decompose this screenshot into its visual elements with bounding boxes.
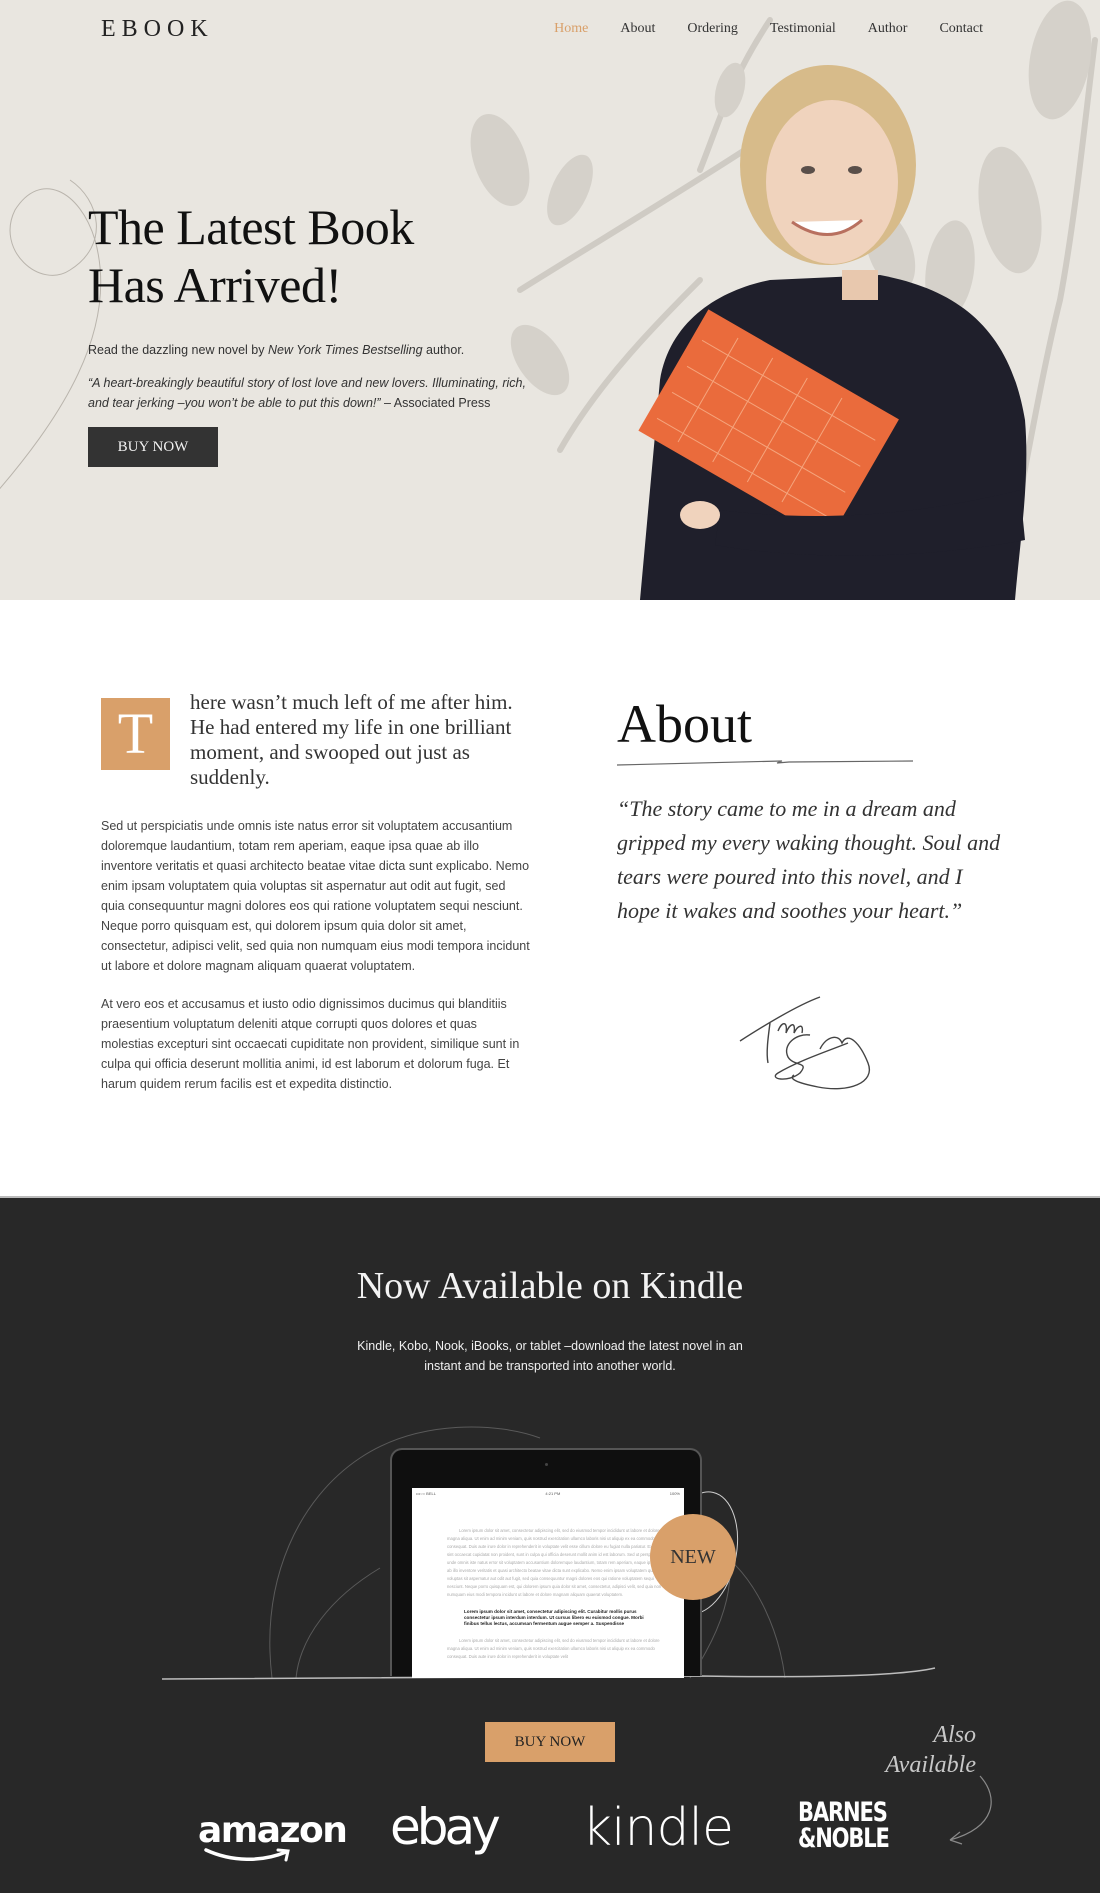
author-photo [638, 65, 1027, 600]
excerpt-lead: here wasn’t much left of me after him. H… [190, 690, 513, 789]
excerpt-lead-row: T here wasn’t much left of me after him.… [101, 690, 531, 790]
kindle-title: Now Available on Kindle [356, 1265, 744, 1307]
about-section: T here wasn’t much left of me after him.… [0, 600, 1100, 1196]
author-signature [739, 996, 871, 1090]
tablet-paragraph-2: Lorem ipsum dolor sit amet, consectetur … [447, 1638, 660, 1659]
kindle-buy-now-button[interactable]: BUY NOW [485, 1722, 615, 1762]
barnes-noble-logo[interactable]: BARNES &NOBLE [798, 1799, 890, 1854]
amazon-wordmark: amazon [198, 1810, 348, 1851]
hero-title-line-1: The Latest Book [88, 199, 414, 255]
amazon-logo[interactable]: amazon [198, 1810, 348, 1862]
tablet-camera [545, 1463, 548, 1466]
about-title: About [617, 694, 752, 754]
hero-quote-source: – Associated Press [380, 396, 491, 410]
author-quote: “The story came to me in a dream and gri… [617, 796, 1001, 923]
status-battery: 100% [669, 1491, 680, 1496]
bn-line-2: &NOBLE [798, 1823, 890, 1854]
new-badge: NEW [650, 1514, 736, 1600]
hero-lead-suffix: author. [422, 343, 465, 357]
book-excerpt: T here wasn’t much left of me after him.… [101, 690, 531, 1094]
tablet-paragraph-1: Lorem ipsum dolor sit amet, consectetur … [447, 1528, 667, 1597]
ebay-logo[interactable]: ebay [390, 1798, 501, 1856]
site-logo[interactable]: EBOOK [101, 16, 214, 43]
nav-link-about[interactable]: About [620, 21, 655, 37]
hero-lead-prefix: Read the dazzling new novel by [88, 343, 268, 357]
tablet-screen: •••○○ BELL 4:21 PM 100% Lorem ipsum dolo… [412, 1488, 684, 1678]
excerpt-paragraph-1: Sed ut perspiciatis unde omnis iste natu… [101, 819, 530, 973]
hero-section: EBOOK Home About Ordering Testimonial Au… [0, 0, 1100, 600]
status-carrier: •••○○ BELL [416, 1491, 436, 1496]
hero-press-quote: “A heart-breakingly beautiful story of l… [88, 373, 548, 413]
hero-title: The Latest Book Has Arrived! [88, 198, 548, 314]
excerpt-paragraph-2: At vero eos et accusamus et iusto odio d… [101, 997, 520, 1091]
hero-title-line-2: Has Arrived! [88, 257, 342, 313]
about-underline-divider [617, 760, 914, 766]
kindle-subtitle: Kindle, Kobo, Nook, iBooks, or tablet –d… [357, 1339, 743, 1373]
kindle-logo[interactable]: kindle [582, 1798, 734, 1858]
store-logos: amazon ebay kindle BARNES &NOBLE [0, 1796, 1100, 1876]
about-author: About “The story came to me in a dream a… [617, 692, 1007, 928]
also-available-label: Also Available [885, 1722, 976, 1778]
nav-link-author[interactable]: Author [868, 21, 908, 37]
main-nav: EBOOK Home About Ordering Testimonial Au… [0, 0, 1100, 60]
status-time: 4:21 PM [545, 1491, 561, 1496]
drop-cap: T [101, 698, 170, 770]
amazon-smile-icon [204, 1848, 290, 1862]
kindle-section: Now Available on Kindle Kindle, Kobo, No… [0, 1196, 1100, 1893]
hero-lead-emphasis: New York Times Bestselling [267, 343, 423, 357]
hero-lead: Read the dazzling new novel by New York … [88, 343, 548, 357]
nav-link-home[interactable]: Home [554, 21, 588, 37]
nav-links: Home About Ordering Testimonial Author C… [554, 21, 983, 37]
nav-link-contact[interactable]: Contact [939, 21, 983, 37]
decorative-line-loop [0, 179, 102, 490]
tablet-bold-paragraph: Lorem ipsum dolor sit amet, consectetur … [464, 1609, 644, 1626]
hero-content: The Latest Book Has Arrived! Read the da… [88, 198, 548, 467]
tablet-status-bar: •••○○ BELL 4:21 PM 100% [412, 1488, 684, 1499]
nav-link-ordering[interactable]: Ordering [687, 21, 738, 37]
hero-buy-now-button[interactable]: BUY NOW [88, 427, 218, 467]
nav-link-testimonial[interactable]: Testimonial [770, 21, 836, 37]
